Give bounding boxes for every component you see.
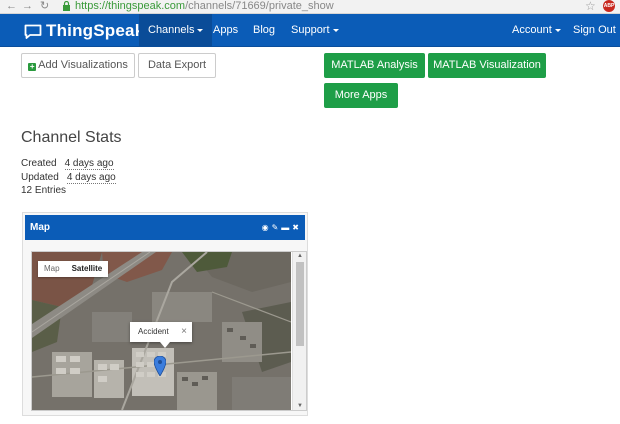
eye-icon[interactable]: ◉ [262, 223, 269, 232]
lock-icon [63, 1, 70, 11]
more-apps-button[interactable]: More Apps [324, 83, 398, 108]
chevron-down-icon [332, 28, 339, 32]
stat-updated: Updated 4 days ago [21, 172, 116, 184]
adblock-icon[interactable]: ABP [603, 0, 615, 12]
minimize-icon[interactable]: ▬ [281, 223, 289, 232]
nav-account[interactable]: Account [503, 14, 570, 47]
stat-entries: 12 Entries [21, 185, 67, 196]
nav-apps[interactable]: Apps [204, 14, 247, 47]
created-value: 4 days ago [64, 158, 114, 170]
map-type-map[interactable]: Map [38, 261, 66, 277]
channel-stats-title: Channel Stats [21, 129, 122, 146]
data-export-button[interactable]: Data Export [138, 53, 216, 78]
top-navbar: ThingSpeak Channels Apps Blog Support Ac… [0, 14, 620, 47]
add-visualizations-button[interactable]: + Add Visualizations [21, 53, 135, 78]
map-frame: Map Satellite Accident × ▲ ▼ [31, 251, 307, 411]
reload-icon[interactable]: ↻ [40, 0, 49, 12]
marker-popup: Accident × [130, 322, 192, 342]
close-icon[interactable]: × [181, 322, 187, 342]
matlab-analysis-button[interactable]: MATLAB Analysis [324, 53, 425, 78]
bookmark-star-icon[interactable]: ☆ [585, 0, 596, 13]
brand-logo[interactable]: ThingSpeak [24, 21, 144, 41]
back-arrow-icon[interactable]: ← [6, 0, 17, 12]
stat-created: Created 4 days ago [21, 158, 114, 170]
close-icon[interactable]: ✖ [292, 223, 299, 232]
satellite-map[interactable]: Map Satellite Accident × [32, 252, 291, 410]
matlab-visualization-button[interactable]: MATLAB Visualization [428, 53, 546, 78]
browser-address-bar: ← → ↻ https://thingspeak.com/channels/71… [0, 0, 620, 14]
brand-name: ThingSpeak [46, 21, 145, 40]
chat-bubble-icon [24, 24, 42, 39]
map-marker-icon[interactable] [154, 356, 166, 376]
nav-channels[interactable]: Channels [139, 14, 213, 47]
widget-title: Map [30, 222, 50, 233]
popup-tail [160, 342, 170, 348]
nav-sign-out[interactable]: Sign Out [564, 14, 620, 47]
scroll-thumb[interactable] [296, 262, 304, 346]
map-scrollbar[interactable]: ▲ ▼ [292, 252, 306, 410]
forward-arrow-icon[interactable]: → [22, 0, 33, 12]
scroll-down-arrow-icon[interactable]: ▼ [297, 403, 303, 409]
map-type-toggle: Map Satellite [38, 261, 109, 277]
nav-blog[interactable]: Blog [244, 14, 284, 47]
plus-icon: + [28, 62, 37, 71]
scroll-up-arrow-icon[interactable]: ▲ [297, 253, 303, 259]
updated-value: 4 days ago [66, 172, 116, 184]
url-field[interactable]: https://thingspeak.com/channels/71669/pr… [75, 0, 334, 12]
chevron-down-icon [197, 28, 204, 32]
popup-label: Accident [138, 327, 169, 336]
nav-support[interactable]: Support [282, 14, 348, 47]
map-widget: Map ◉ ✎ ▬ ✖ Map Satellite Accident × ▲ ▼ [22, 212, 308, 416]
widget-header: Map ◉ ✎ ▬ ✖ [25, 215, 305, 240]
edit-icon[interactable]: ✎ [272, 223, 279, 232]
chevron-down-icon [554, 28, 561, 32]
map-type-satellite[interactable]: Satellite [66, 261, 109, 277]
